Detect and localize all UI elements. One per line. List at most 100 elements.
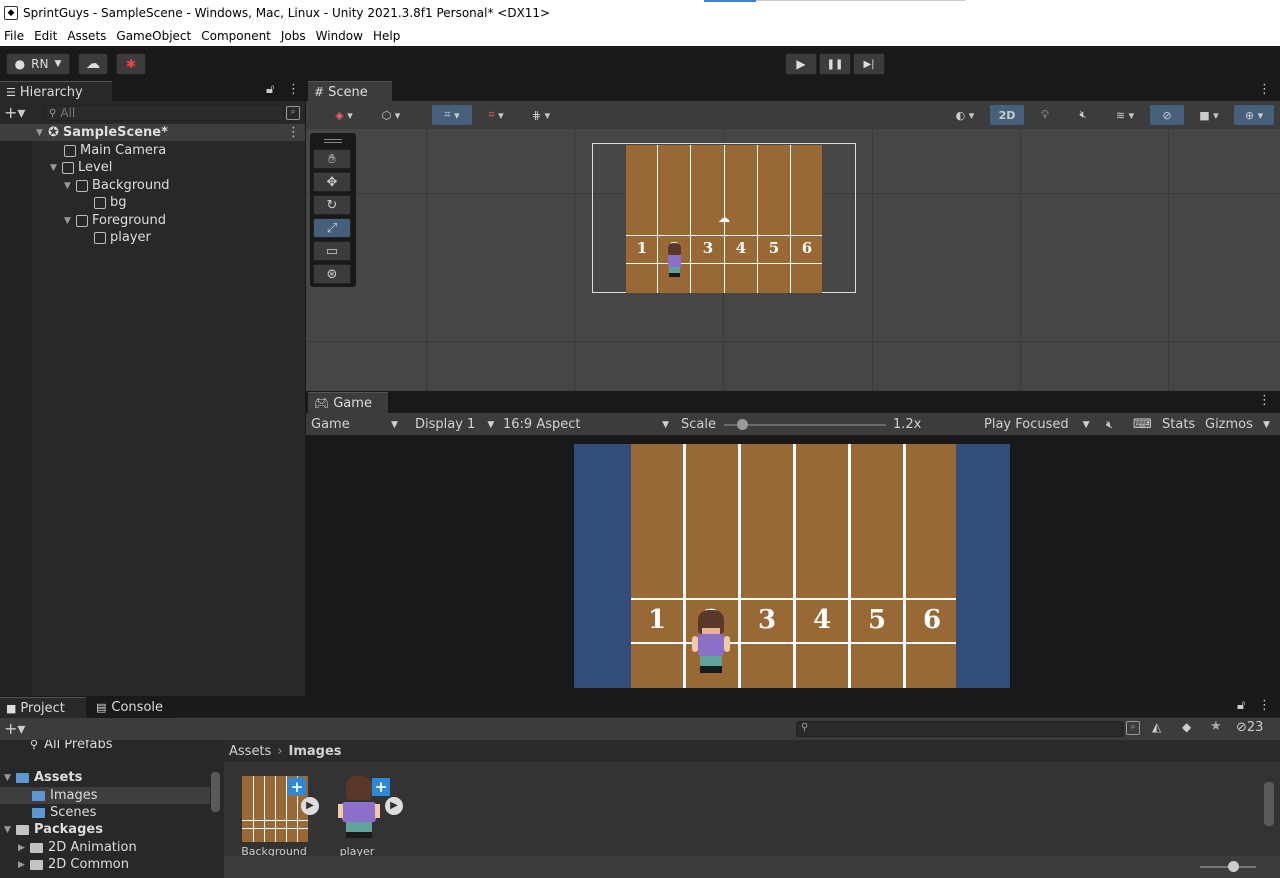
tree-item-2d-animation[interactable]: ▶ 2D Animation xyxy=(18,839,137,856)
menu-assets[interactable]: Assets xyxy=(67,29,106,43)
menu-edit[interactable]: Edit xyxy=(34,29,57,43)
search-mode-icon[interactable]: ⌕ xyxy=(1126,721,1140,735)
play-button[interactable]: ▶ xyxy=(785,53,817,75)
scale-slider[interactable] xyxy=(724,419,886,430)
collapse-arrow-icon[interactable]: ▼ xyxy=(36,128,46,138)
stats-button[interactable]: Stats xyxy=(1162,414,1195,435)
scene-options-icon[interactable]: ⋮ xyxy=(287,125,300,140)
snap-increment-dropdown[interactable]: ⌗ ▾ xyxy=(476,105,516,125)
play-preview-icon[interactable]: ▶ xyxy=(385,797,403,815)
collab-button[interactable]: ✱ xyxy=(116,53,146,75)
collapse-arrow-icon[interactable]: ▼ xyxy=(64,216,74,226)
add-to-scene-icon[interactable]: + xyxy=(372,778,390,796)
collapse-arrow-icon[interactable]: ▼ xyxy=(64,181,74,191)
hidden-packages-toggle[interactable]: ⊘23 xyxy=(1236,720,1263,735)
move-tool[interactable]: ✥ xyxy=(313,172,351,192)
tab-scene[interactable]: # Scene xyxy=(308,81,392,102)
collapse-arrow-icon[interactable]: ▼ xyxy=(50,163,60,173)
assets-scrollbar[interactable] xyxy=(1264,782,1274,826)
menu-gameobject[interactable]: GameObject xyxy=(116,29,191,43)
cloud-button[interactable]: ☁ xyxy=(78,53,108,75)
menu-component[interactable]: Component xyxy=(201,29,271,43)
mute-audio-toggle[interactable]: 🔇︎ xyxy=(1106,414,1113,435)
aspect-dropdown[interactable]: 16:9 Aspect ▼ xyxy=(503,414,669,435)
shading-dropdown[interactable]: ⬡ ▾ xyxy=(370,105,412,125)
effects-dropdown[interactable]: ≋ ▾ xyxy=(1104,105,1146,125)
create-icon[interactable]: +▾ xyxy=(4,719,25,738)
hierarchy-item-foreground[interactable]: ▼ Foreground xyxy=(64,212,166,229)
gizmos-chevron-icon[interactable]: ▼ xyxy=(1263,414,1270,435)
add-icon[interactable]: +▾ xyxy=(4,103,25,122)
tree-item-packages[interactable]: ▼ Packages xyxy=(4,821,103,838)
more-options-icon[interactable]: ⋮ xyxy=(1258,393,1271,408)
more-options-icon[interactable]: ⋮ xyxy=(287,82,300,97)
tab-console[interactable]: ▤ Console xyxy=(90,697,176,718)
tree-item-images[interactable]: Images xyxy=(32,787,98,804)
transform-tool[interactable]: ⊛ xyxy=(313,264,351,284)
search-mode-icon[interactable]: ⌕ xyxy=(286,106,300,120)
menu-jobs[interactable]: Jobs xyxy=(281,29,306,43)
scene-player-sprite[interactable] xyxy=(664,243,684,281)
breadcrumb-images[interactable]: Images xyxy=(289,744,342,759)
play-focused-dropdown[interactable]: Play Focused ▼ xyxy=(984,414,1090,435)
camera-dropdown[interactable]: ■ ▾ xyxy=(1188,105,1230,125)
lock-icon[interactable]: 🔓︎ xyxy=(266,82,274,97)
grid-visibility-dropdown[interactable]: ⋕ ▾ xyxy=(520,105,562,125)
filter-type-icon[interactable]: ◭ xyxy=(1152,720,1161,734)
display-dropdown[interactable]: Display 1 ▼ xyxy=(415,414,494,435)
tree-item-scenes[interactable]: Scenes xyxy=(32,804,96,821)
scene-viewport[interactable]: 1 2 3 4 5 6 ☁ xyxy=(306,129,1280,391)
breadcrumb-assets[interactable]: Assets xyxy=(229,744,271,759)
more-options-icon[interactable]: ⋮ xyxy=(1258,698,1271,713)
tab-hierarchy[interactable]: ☰ Hierarchy xyxy=(0,81,112,102)
step-button[interactable]: ▶| xyxy=(853,53,885,75)
hidden-objects-toggle[interactable]: ⊘ xyxy=(1150,105,1184,125)
tree-item-assets[interactable]: ▼ Assets xyxy=(4,769,82,786)
hierarchy-search-input[interactable]: ⚲ All xyxy=(44,105,284,121)
favorites-item-all-prefabs[interactable]: ⚲ All Prefabs xyxy=(30,740,113,753)
hierarchy-item-samplescene[interactable]: ▼ ✪ SampleScene* xyxy=(36,124,168,141)
play-preview-icon[interactable]: ▶ xyxy=(301,797,319,815)
thumbnail-size-slider[interactable] xyxy=(1200,861,1256,872)
add-to-scene-icon[interactable]: + xyxy=(288,778,306,796)
asset-thumbnail-player[interactable]: + xyxy=(338,776,390,842)
draw-mode-dropdown[interactable]: ◈ ▾ xyxy=(322,105,366,125)
pause-button[interactable]: ❚❚ xyxy=(819,53,851,75)
tab-project[interactable]: ■ Project xyxy=(0,697,86,718)
audio-toggle[interactable]: 🔇︎ xyxy=(1066,105,1100,125)
hand-tool[interactable]: ✋︎ xyxy=(313,149,351,169)
render-mode-dropdown[interactable]: ◐ ▾ xyxy=(944,105,986,125)
rotate-tool[interactable]: ↻ xyxy=(313,195,351,215)
hierarchy-item-main-camera[interactable]: Main Camera xyxy=(64,142,166,159)
asset-thumbnail-background[interactable]: + xyxy=(242,776,308,842)
favorite-star-icon[interactable]: ★ xyxy=(1210,719,1222,734)
expand-arrow-icon[interactable]: ▶ xyxy=(18,843,28,853)
menu-file[interactable]: File xyxy=(4,29,24,43)
account-button[interactable]: ● RN ▼ xyxy=(6,53,70,75)
mode-2d-toggle[interactable]: 2D xyxy=(990,105,1024,125)
shortcuts-toggle[interactable]: ⌨ xyxy=(1133,414,1152,435)
tree-item-2d-common[interactable]: ▶ 2D Common xyxy=(18,856,129,873)
game-viewport[interactable]: 1 2 3 4 5 6 xyxy=(574,444,1010,688)
expand-arrow-icon[interactable]: ▶ xyxy=(18,860,28,870)
hierarchy-item-level[interactable]: ▼ Level xyxy=(50,159,112,176)
menu-help[interactable]: Help xyxy=(373,29,400,43)
thumbnail-size-knob[interactable] xyxy=(1228,861,1239,872)
more-options-icon[interactable]: ⋮ xyxy=(1258,82,1271,97)
tree-scrollbar[interactable] xyxy=(211,772,220,812)
gizmos-button[interactable]: Gizmos xyxy=(1205,414,1253,435)
scale-slider-knob[interactable] xyxy=(736,419,748,430)
grid-snap-dropdown[interactable]: ⌗ ▾ xyxy=(432,105,472,125)
rect-tool[interactable]: ▭ xyxy=(313,241,351,261)
hierarchy-item-player[interactable]: player xyxy=(94,229,151,246)
lighting-toggle[interactable]: 💡︎ xyxy=(1028,105,1062,125)
scale-tool[interactable]: ⤢ xyxy=(313,218,351,238)
game-view-dropdown[interactable]: Game ▼ xyxy=(311,414,398,435)
lock-icon[interactable]: 🔓︎ xyxy=(1237,698,1245,713)
menu-window[interactable]: Window xyxy=(316,29,363,43)
project-search-input[interactable]: ⚲ xyxy=(796,721,1124,737)
hierarchy-item-background[interactable]: ▼ Background xyxy=(64,177,170,194)
hierarchy-item-bg[interactable]: bg xyxy=(94,194,127,211)
filter-label-icon[interactable]: ◆ xyxy=(1182,720,1191,734)
tab-game[interactable]: 🎮︎ Game xyxy=(308,392,388,413)
